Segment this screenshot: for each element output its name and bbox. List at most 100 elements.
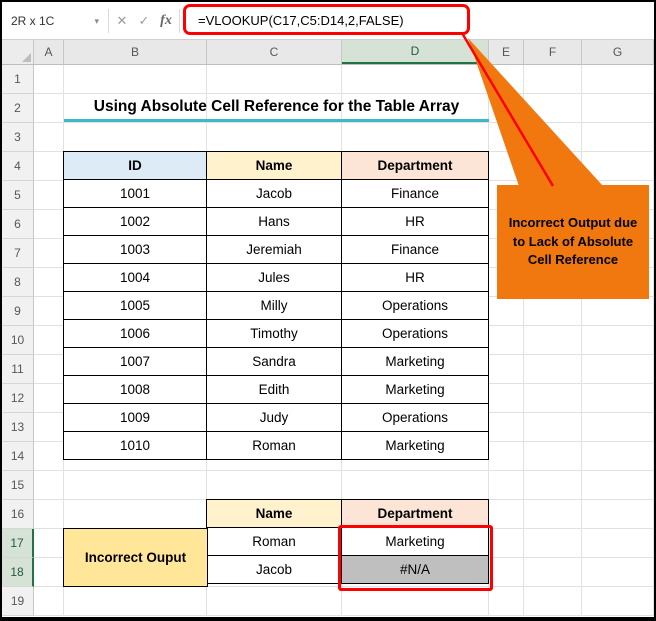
name-box[interactable]: 2R x 1C ▾	[2, 2, 106, 39]
table-header-cell[interactable]: ID	[63, 151, 207, 180]
cell-F17[interactable]	[524, 529, 582, 558]
cell-A9[interactable]	[34, 297, 64, 326]
row-header-13[interactable]: 13	[2, 413, 34, 442]
cell-B3[interactable]	[64, 123, 207, 152]
cell-F12[interactable]	[524, 384, 582, 413]
cell-G16[interactable]	[582, 500, 654, 529]
table-cell[interactable]: HR	[341, 207, 489, 236]
row-header-1[interactable]: 1	[2, 65, 34, 94]
row-header-10[interactable]: 10	[2, 326, 34, 355]
table-cell[interactable]: 1004	[63, 263, 207, 292]
cell-A19[interactable]	[34, 587, 64, 616]
column-header-E[interactable]: E	[489, 40, 524, 64]
row-header-3[interactable]: 3	[2, 123, 34, 152]
table-cell[interactable]: Marketing	[341, 375, 489, 404]
cell-E16[interactable]	[489, 500, 524, 529]
cell-F15[interactable]	[524, 471, 582, 500]
cell-A10[interactable]	[34, 326, 64, 355]
table-cell[interactable]: 1003	[63, 235, 207, 264]
cell-A8[interactable]	[34, 268, 64, 297]
cell-E10[interactable]	[489, 326, 524, 355]
cell-G1[interactable]	[582, 65, 654, 94]
column-header-A[interactable]: A	[34, 40, 64, 64]
cell-C15[interactable]	[207, 471, 342, 500]
cell-G2[interactable]	[582, 94, 654, 123]
cancel-icon[interactable]: ✕	[111, 13, 133, 29]
cell-E4[interactable]	[489, 152, 524, 181]
cell-E3[interactable]	[489, 123, 524, 152]
cell-A3[interactable]	[34, 123, 64, 152]
table-cell[interactable]: Marketing	[341, 347, 489, 376]
table-cell[interactable]: Jeremiah	[206, 235, 342, 264]
cell-B19[interactable]	[64, 587, 207, 616]
cell-E15[interactable]	[489, 471, 524, 500]
row-header-12[interactable]: 12	[2, 384, 34, 413]
cell-A11[interactable]	[34, 355, 64, 384]
cell-A13[interactable]	[34, 413, 64, 442]
row-header-8[interactable]: 8	[2, 268, 34, 297]
cell-G12[interactable]	[582, 384, 654, 413]
table-header-cell[interactable]: Department	[341, 499, 489, 528]
table-cell[interactable]: 1010	[63, 431, 207, 460]
table-cell[interactable]: Operations	[341, 319, 489, 348]
row-header-7[interactable]: 7	[2, 239, 34, 268]
table-cell[interactable]: 1001	[63, 179, 207, 208]
cell-D1[interactable]	[342, 65, 489, 94]
table-header-cell[interactable]: Name	[206, 499, 342, 528]
table-cell[interactable]: Hans	[206, 207, 342, 236]
cell-F16[interactable]	[524, 500, 582, 529]
table-cell[interactable]: Sandra	[206, 347, 342, 376]
cell-B1[interactable]	[64, 65, 207, 94]
table-cell[interactable]: 1002	[63, 207, 207, 236]
table-cell[interactable]: 1006	[63, 319, 207, 348]
cell-E19[interactable]	[489, 587, 524, 616]
cell-E18[interactable]	[489, 558, 524, 587]
table-cell[interactable]: Finance	[341, 179, 489, 208]
table-cell[interactable]: Operations	[341, 403, 489, 432]
cell-F3[interactable]	[524, 123, 582, 152]
cell-G9[interactable]	[582, 297, 654, 326]
table-header-cell[interactable]: Department	[341, 151, 489, 180]
cell-F4[interactable]	[524, 152, 582, 181]
table-cell[interactable]: Operations	[341, 291, 489, 320]
cell-A6[interactable]	[34, 210, 64, 239]
cell-A16[interactable]	[34, 500, 64, 529]
column-header-B[interactable]: B	[64, 40, 207, 64]
column-header-D[interactable]: D	[342, 40, 489, 64]
cell-D15[interactable]	[342, 471, 489, 500]
row-header-16[interactable]: 16	[2, 500, 34, 529]
select-all-corner[interactable]	[2, 40, 34, 64]
cell-F13[interactable]	[524, 413, 582, 442]
cell-F11[interactable]	[524, 355, 582, 384]
table-cell[interactable]: 1007	[63, 347, 207, 376]
cell-A1[interactable]	[34, 65, 64, 94]
table-cell[interactable]: HR	[341, 263, 489, 292]
cell-G17[interactable]	[582, 529, 654, 558]
cell-F19[interactable]	[524, 587, 582, 616]
table-cell[interactable]: Judy	[206, 403, 342, 432]
cell-E9[interactable]	[489, 297, 524, 326]
cell-F9[interactable]	[524, 297, 582, 326]
callout-box[interactable]: Incorrect Output due to Lack of Absolute…	[497, 185, 649, 299]
cell-F1[interactable]	[524, 65, 582, 94]
table-cell[interactable]: Marketing	[341, 431, 489, 460]
cell-C19[interactable]	[207, 587, 342, 616]
cell-A15[interactable]	[34, 471, 64, 500]
cell-F10[interactable]	[524, 326, 582, 355]
cell-G18[interactable]	[582, 558, 654, 587]
table-cell[interactable]: 1008	[63, 375, 207, 404]
row-header-2[interactable]: 2	[2, 94, 34, 123]
column-header-C[interactable]: C	[207, 40, 342, 64]
row-header-6[interactable]: 6	[2, 210, 34, 239]
row-header-11[interactable]: 11	[2, 355, 34, 384]
table-cell[interactable]: Jules	[206, 263, 342, 292]
row-header-9[interactable]: 9	[2, 297, 34, 326]
row-header-18[interactable]: 18	[2, 558, 34, 587]
cell-A18[interactable]	[34, 558, 64, 587]
cell-C3[interactable]	[207, 123, 342, 152]
table-cell[interactable]: Finance	[341, 235, 489, 264]
cell-A7[interactable]	[34, 239, 64, 268]
row-header-5[interactable]: 5	[2, 181, 34, 210]
table-cell[interactable]: Edith	[206, 375, 342, 404]
cell-E12[interactable]	[489, 384, 524, 413]
